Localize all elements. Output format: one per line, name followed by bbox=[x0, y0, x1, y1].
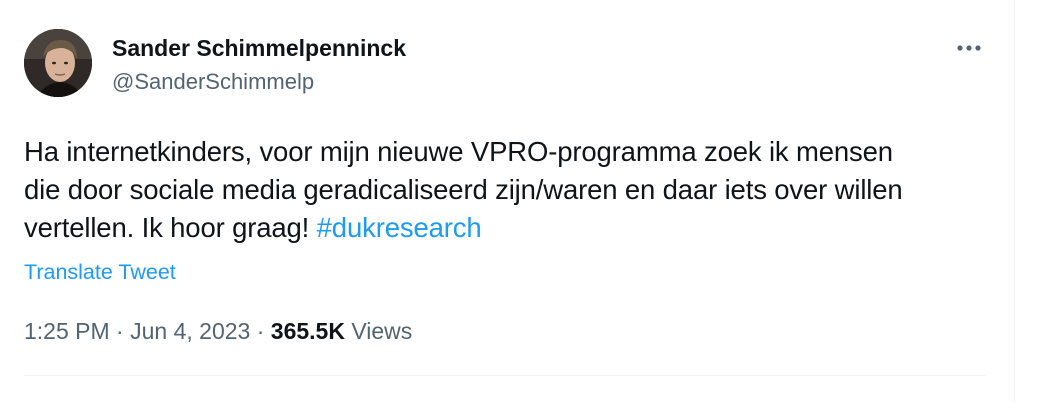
tweet-text-line: vertellen. Ik hoor graag! #dukresearch bbox=[24, 209, 1004, 247]
views-link[interactable]: 365.5K Views bbox=[271, 318, 413, 344]
tweet-text-line: Ha internetkinders, voor mijn nieuwe VPR… bbox=[24, 136, 893, 167]
tweet-text-line: die door sociale media geradicaliseerd z… bbox=[24, 174, 903, 205]
tweet-card: Sander Schimmelpenninck @SanderSchimmelp… bbox=[0, 0, 1014, 402]
divider bbox=[24, 375, 986, 376]
views-label: Views bbox=[344, 318, 413, 344]
translate-tweet-link[interactable]: Translate Tweet bbox=[24, 258, 176, 286]
profile-photo-icon bbox=[24, 29, 92, 97]
tweet-date[interactable]: Jun 4, 2023 bbox=[130, 318, 250, 344]
more-horizontal-icon bbox=[957, 45, 981, 51]
avatar[interactable] bbox=[24, 29, 92, 97]
more-options-button[interactable] bbox=[952, 34, 986, 62]
hashtag-link[interactable]: #dukresearch bbox=[317, 212, 482, 243]
author-display-name[interactable]: Sander Schimmelpenninck bbox=[112, 34, 406, 62]
author-handle[interactable]: @SanderSchimmelp bbox=[112, 68, 314, 96]
tweet-text-segment: vertellen. Ik hoor graag! bbox=[24, 212, 317, 243]
tweet-time[interactable]: 1:25 PM bbox=[24, 318, 110, 344]
tweet-text: Ha internetkinders, voor mijn nieuwe VPR… bbox=[24, 133, 1004, 247]
column-border bbox=[1014, 0, 1015, 402]
meta-separator: · bbox=[109, 318, 131, 344]
views-count: 365.5K bbox=[270, 318, 345, 344]
meta-separator: · bbox=[250, 318, 271, 344]
tweet-metadata: 1:25 PM · Jun 4, 2023 · 365.5K Views bbox=[24, 316, 412, 346]
